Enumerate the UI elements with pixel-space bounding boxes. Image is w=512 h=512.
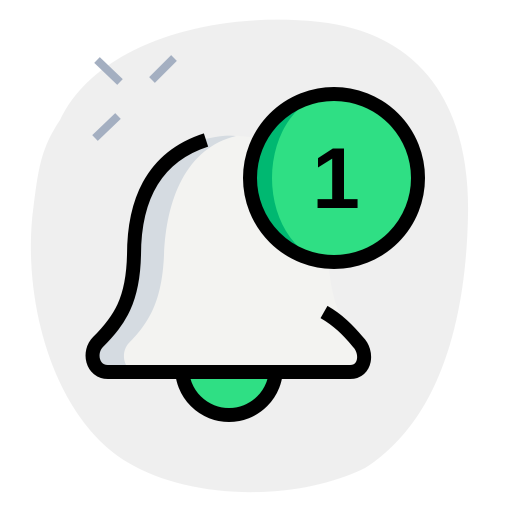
badge-count: 1: [312, 131, 360, 227]
notification-icon-canvas: 1: [0, 0, 512, 512]
bell-with-badge-icon: 1: [30, 19, 469, 493]
